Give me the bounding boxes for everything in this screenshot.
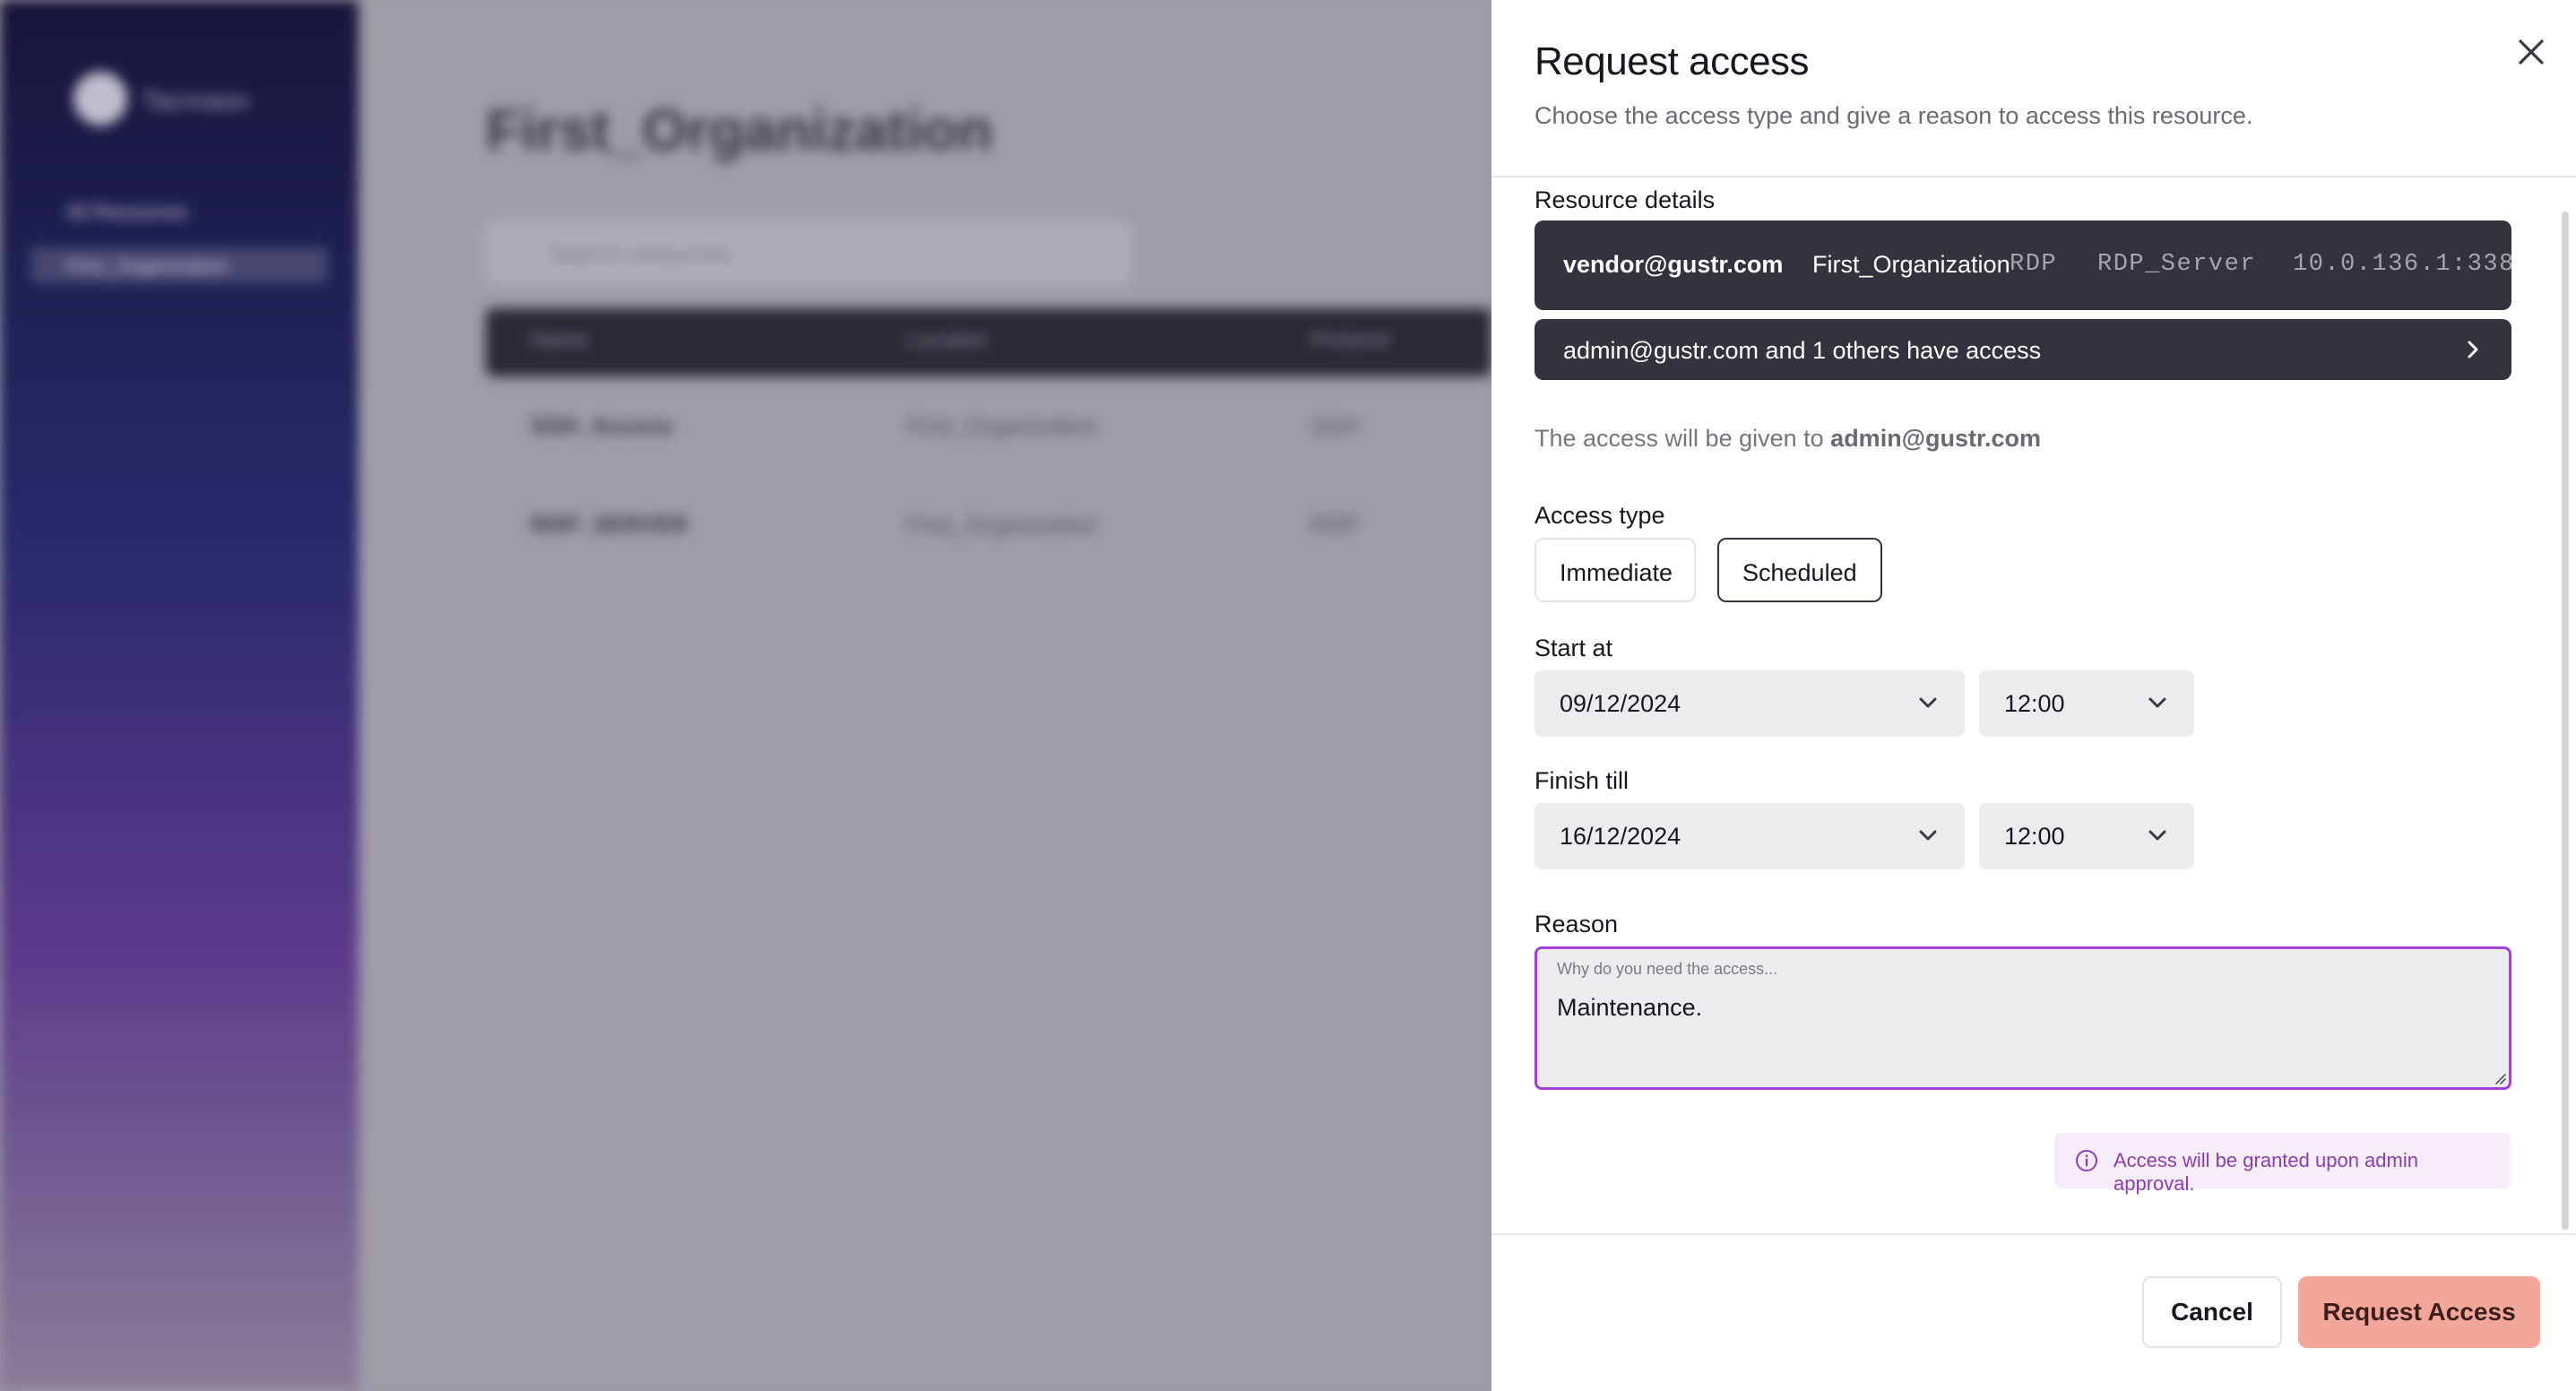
background-cell: First_Organization [907, 412, 1098, 439]
panel-scroll-area: Resource details vendor@gustr.com First_… [1491, 177, 2576, 1233]
scrollbar-thumb[interactable] [2562, 212, 2569, 1230]
approval-info-badge: Access will be granted upon admin approv… [2054, 1133, 2511, 1195]
cancel-button[interactable]: Cancel [2142, 1276, 2282, 1348]
background-main: First_Organization Search resources Name… [359, 0, 1491, 1391]
start-at-label: Start at [1534, 635, 1613, 661]
given-to-text: The access will be given to admin@gustr.… [1534, 425, 2041, 453]
chevron-down-icon [2148, 697, 2166, 708]
resize-grip-icon[interactable] [2493, 1071, 2507, 1085]
close-button[interactable] [2515, 36, 2547, 68]
approval-info-text: Access will be granted upon admin approv… [2114, 1149, 2418, 1195]
resource-organization: First_Organization [1812, 251, 2010, 278]
finish-time-value: 12:00 [2004, 823, 2065, 850]
start-time-value: 12:00 [2004, 690, 2065, 717]
background-search-input: Search resources [486, 220, 1131, 285]
access-type-scheduled[interactable]: Scheduled [1717, 538, 1882, 602]
footer-divider [1491, 1233, 2576, 1235]
resource-user: vendor@gustr.com [1563, 251, 1784, 278]
panel-title: Request access [1534, 39, 1810, 83]
request-access-panel: Request access Choose the access type an… [1491, 0, 2576, 1391]
finish-date-value: 16/12/2024 [1560, 823, 1681, 850]
background-cell: SSH_Access [531, 412, 673, 439]
background-cell: First_Organization [907, 511, 1098, 538]
access-type-label: Access type [1534, 502, 1665, 529]
panel-subtitle: Choose the access type and give a reason… [1534, 102, 2253, 129]
app-logo-icon [73, 72, 127, 125]
access-list-text: admin@gustr.com and 1 others have access [1563, 337, 2042, 364]
reason-value: Maintenance. [1557, 994, 1703, 1021]
resource-protocol: RDP [2010, 251, 2058, 278]
finish-time-select[interactable]: 12:00 [1979, 803, 2194, 869]
close-icon [2519, 39, 2544, 65]
background-cell: RDP [1310, 511, 1360, 538]
info-icon [2076, 1150, 2097, 1171]
background-table-row: RDP_SERVER First_Organization RDP [486, 479, 1491, 577]
resource-details-card: vendor@gustr.com First_Organization RDP … [1534, 220, 2511, 310]
chevron-right-icon [2468, 341, 2478, 359]
start-date-select[interactable]: 09/12/2024 [1534, 670, 1965, 737]
sidebar-item-organization: First_Organization [30, 247, 328, 283]
resource-details-label: Resource details [1534, 186, 1716, 213]
app-logo-text: Tacmasn [142, 86, 250, 116]
reason-textarea[interactable]: Why do you need the access... Maintenanc… [1534, 946, 2511, 1090]
finish-date-select[interactable]: 16/12/2024 [1534, 803, 1965, 869]
access-list-row[interactable]: admin@gustr.com and 1 others have access [1534, 319, 2511, 380]
start-time-select[interactable]: 12:00 [1979, 670, 2194, 737]
chevron-down-icon [2148, 830, 2166, 841]
background-cell: SSH [1310, 412, 1359, 439]
reason-label: Reason [1534, 911, 1619, 937]
background-table-header: Name Location Protocol [486, 308, 1491, 376]
given-to-user: admin@gustr.com [1830, 425, 2042, 452]
background-th-protocol: Protocol [1310, 328, 1390, 352]
background-th-location: Location [907, 328, 989, 352]
background-cell: RDP_SERVER [531, 511, 688, 538]
reason-placeholder: Why do you need the access... [1557, 960, 1778, 978]
background-table-row: SSH_Access First_Organization SSH [486, 380, 1491, 479]
access-type-immediate[interactable]: Immediate [1534, 538, 1696, 602]
start-date-value: 09/12/2024 [1560, 690, 1681, 717]
background-app: Tacmasn All Resources First_Organization… [0, 0, 1491, 1391]
finish-till-label: Finish till [1534, 767, 1629, 794]
background-sidebar: Tacmasn All Resources First_Organization [0, 0, 359, 1391]
background-th-name: Name [531, 328, 589, 352]
resource-address: 10.0.136.1:3389 [2293, 251, 2511, 278]
sidebar-item-all-resources: All Resources [66, 201, 188, 223]
given-to-prefix: The access will be given to [1534, 425, 1824, 452]
request-access-button[interactable]: Request Access [2298, 1276, 2540, 1348]
chevron-down-icon [1919, 830, 1937, 841]
chevron-down-icon [1919, 697, 1937, 708]
background-page-title: First_Organization [486, 98, 993, 162]
resource-name: RDP_Server [2097, 251, 2257, 278]
